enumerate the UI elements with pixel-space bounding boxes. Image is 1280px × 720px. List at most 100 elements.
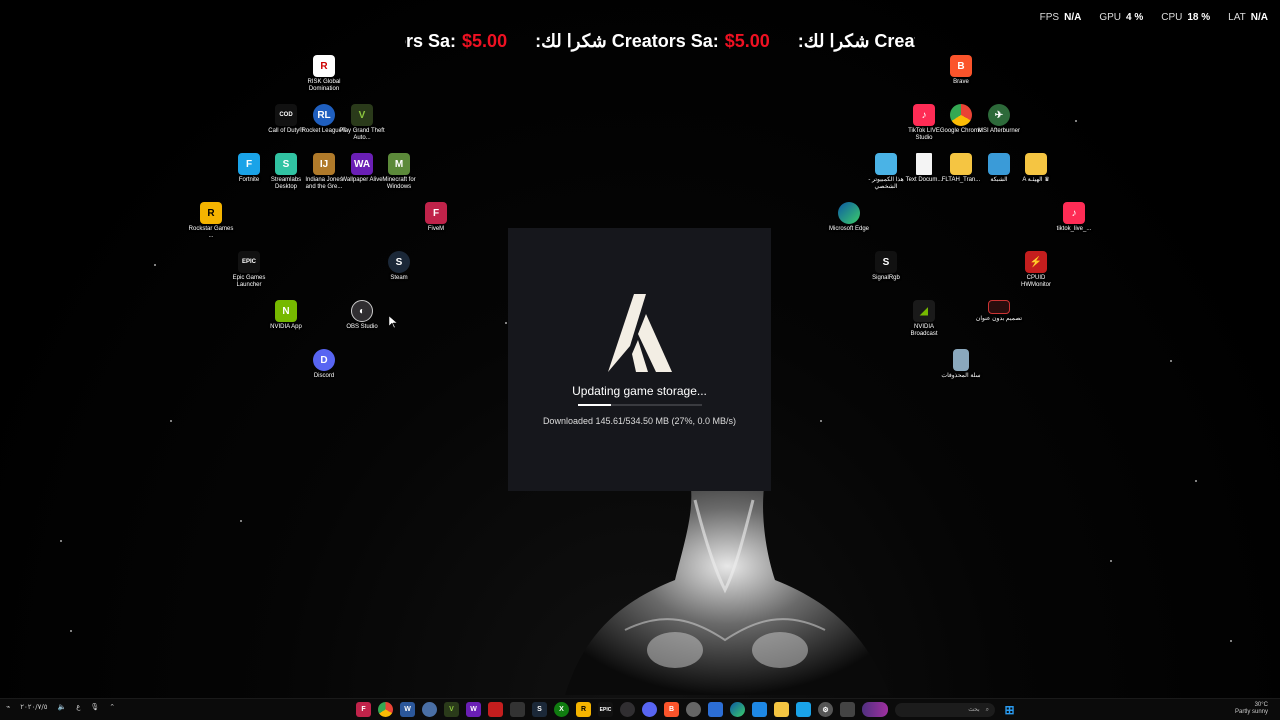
taskbar-xbox-icon[interactable]: X (554, 702, 569, 717)
desktop-icon-rockstar[interactable]: R Rockstar Games ... (187, 202, 235, 240)
icon-label: OBS Studio (346, 324, 378, 330)
ticker-text: :شكرا لك Creators Sa: (535, 31, 719, 51)
weather-widget[interactable]: 30°C Partly sunny (1235, 702, 1268, 716)
taskbar-discord-icon[interactable] (642, 702, 657, 717)
taskbar-app-icon[interactable] (422, 702, 437, 717)
icon-label: tiktok_live_... (1056, 226, 1092, 232)
desktop-icon-edge[interactable]: Microsoft Edge (825, 202, 873, 233)
icon-label: Steam (390, 275, 408, 281)
taskbar-chrome-icon[interactable] (378, 702, 393, 717)
desktop-icon-gta[interactable]: V Play Grand Theft Auto... (338, 104, 386, 142)
wallpaper-alive-icon: WA (351, 153, 373, 175)
streamlabs-icon: S (275, 153, 297, 175)
icon-label: Rockstar Games ... (188, 226, 234, 239)
taskbar-app-icon[interactable] (840, 702, 855, 717)
taskbar-app-icon[interactable] (686, 702, 701, 717)
chevron-up-icon[interactable]: ⌃ (109, 703, 115, 711)
taskbar-app-icon[interactable] (510, 702, 525, 717)
taskbar-brave-icon[interactable]: B (664, 702, 679, 717)
star (240, 520, 242, 522)
desktop-icon-steam[interactable]: S Steam (375, 251, 423, 282)
desktop-icon-nvidia-app[interactable]: N NVIDIA App (262, 300, 310, 331)
desktop-icon-obs[interactable]: ◐ OBS Studio (338, 300, 386, 331)
minecraft-icon: M (388, 153, 410, 175)
ticker-text: :شكرا لك Creato (797, 31, 915, 51)
taskbar-widget-image[interactable] (862, 702, 888, 717)
ticker-item: :شكرا لك Creato (798, 31, 915, 52)
star (154, 264, 156, 266)
taskbar-search-box[interactable]: بحث ⌕ (895, 702, 995, 717)
update-status-text: Updating game storage... (572, 384, 707, 398)
taskbar-obs-icon[interactable] (620, 702, 635, 717)
clock-date[interactable]: ٢٠٢٠/٧/٥ (20, 703, 47, 711)
network-icon (988, 153, 1010, 175)
desktop-icon-cpuid[interactable]: ⚡ CPUID HWMonitor (1012, 251, 1060, 289)
desktop-icon-msi-afterburner[interactable]: ✈ MSI Afterburner (975, 104, 1023, 135)
desktop-icon-signalrgb[interactable]: S SignalRgb (862, 251, 910, 282)
taskbar-edge-icon[interactable] (730, 702, 745, 717)
star (820, 420, 822, 422)
edge-icon (838, 202, 860, 224)
taskbar-word-icon[interactable]: W (400, 702, 415, 717)
tiktok-icon: ♪ (1063, 202, 1085, 224)
taskbar-wallpaper-alive-icon[interactable]: W (466, 702, 481, 717)
search-icon: ⌕ (985, 705, 989, 713)
icon-label: سلة المحذوفات (941, 373, 981, 379)
taskbar-store-icon[interactable] (752, 702, 767, 717)
icon-label: A الهيئـة ♛ (1022, 177, 1050, 183)
risk-icon: R (313, 55, 335, 77)
language-indicator[interactable]: ع (76, 703, 80, 711)
taskbar-apps: F W V W S X R EPIC B ⚙ بحث ⌕ ⊞ (356, 702, 1017, 717)
icon-label: Play Grand Theft Auto... (339, 128, 385, 141)
taskbar-hwmonitor-icon[interactable] (488, 702, 503, 717)
nvidia-broadcast-icon: ◢ (913, 300, 935, 322)
star (1230, 640, 1232, 642)
desktop-icon-tiktok-live-short[interactable]: ♪ tiktok_live_... (1050, 202, 1098, 233)
taskbar-rockstar-icon[interactable]: R (576, 702, 591, 717)
fortnite-icon: F (238, 153, 260, 175)
windows-start-icon[interactable]: ⊞ (1002, 702, 1017, 717)
taskbar-fivem-icon[interactable]: F (356, 702, 371, 717)
desktop-icon-epic-games[interactable]: EPIC Epic Games Launcher (225, 251, 273, 289)
taskbar-epic-icon[interactable]: EPIC (598, 702, 613, 717)
desktop-icon-discord[interactable]: D Discord (300, 349, 348, 380)
mouse-cursor-icon (389, 316, 397, 328)
desktop-icon-recycle-bin[interactable]: سلة المحذوفات (937, 349, 985, 380)
star (1075, 120, 1077, 122)
icon-label: CPUID HWMonitor (1020, 275, 1051, 288)
taskbar-settings-icon[interactable]: ⚙ (818, 702, 833, 717)
fps-label: FPS (1039, 12, 1060, 23)
folder-icon (950, 153, 972, 175)
cpu-stat: CPU 18 % (1161, 12, 1210, 23)
desktop-icon-untitled-design[interactable]: تصميم بدون عنوان (975, 300, 1023, 323)
taskbar-file-explorer-icon[interactable] (774, 702, 789, 717)
search-placeholder: بحث (968, 706, 980, 713)
taskbar-calendar-icon[interactable] (708, 702, 723, 717)
ticker-item: ors Sa:$5.00 (405, 31, 507, 52)
epic-games-icon: EPIC (238, 251, 260, 273)
star (1195, 480, 1197, 482)
performance-overlay: FPS N/A GPU 4 % CPU 18 % LAT N/A (1040, 12, 1268, 23)
microphone-icon[interactable]: 🎙 (90, 703, 99, 711)
lat-label: LAT (1228, 12, 1246, 23)
desktop-icon-brave[interactable]: B Brave (937, 55, 985, 86)
desktop-icon-risk[interactable]: R RISK Global Domination (300, 55, 348, 93)
icon-label: Discord (313, 373, 335, 379)
gta-icon: V (351, 104, 373, 126)
desktop-icon-nvidia-broadcast[interactable]: ◢ NVIDIA Broadcast (900, 300, 948, 338)
taskbar-gta-icon[interactable]: V (444, 702, 459, 717)
chrome-icon (950, 104, 972, 126)
desktop-icon-fivem[interactable]: F FiveM (412, 202, 460, 233)
gpu-value: 4 % (1126, 12, 1144, 23)
desktop-icon-folder-a[interactable]: A الهيئـة ♛ (1012, 153, 1060, 184)
taskbar-app-icon[interactable] (796, 702, 811, 717)
desktop-icon-minecraft[interactable]: M Minecraft for Windows (375, 153, 423, 191)
cpu-value: 18 % (1187, 12, 1211, 23)
star (70, 630, 72, 632)
network-icon[interactable]: ⌁ (6, 703, 10, 711)
volume-icon[interactable]: 🔈 (58, 703, 67, 711)
msi-afterburner-icon: ✈ (988, 104, 1010, 126)
steam-icon: S (388, 251, 410, 273)
taskbar-steam-icon[interactable]: S (532, 702, 547, 717)
fivem-logo-icon (607, 294, 672, 372)
